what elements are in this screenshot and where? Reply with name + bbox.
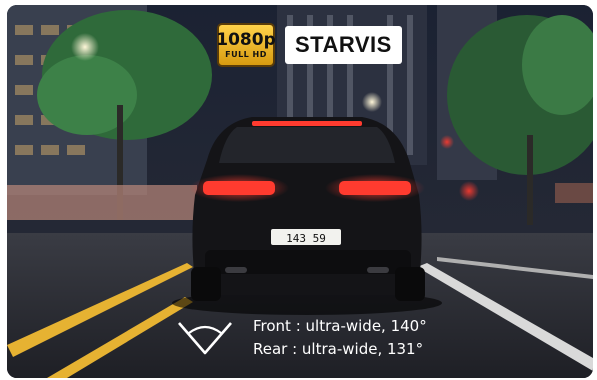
sensor-label: STARVIS <box>295 32 392 57</box>
night-road-image: 143 59 1080p FULL HD STARVIS Front : ult… <box>7 5 593 378</box>
resolution-sub-label: FULL HD <box>225 49 267 59</box>
full-hd-badge: 1080p FULL HD <box>216 23 276 67</box>
front-angle-text: Front : ultra-wide, 140° <box>253 316 427 335</box>
viewing-angle-info: Front : ultra-wide, 140° Rear : ultra-wi… <box>175 315 427 359</box>
field-of-view-icon <box>178 322 232 355</box>
resolution-label: 1080p <box>216 29 276 50</box>
license-plate-text: 143 59 <box>286 232 326 245</box>
rear-angle-text: Rear : ultra-wide, 131° <box>253 339 424 358</box>
feature-badges: 1080p FULL HD STARVIS <box>216 23 402 67</box>
angle-specs: Front : ultra-wide, 140° Rear : ultra-wi… <box>253 316 427 359</box>
starvis-badge: STARVIS <box>285 26 402 64</box>
